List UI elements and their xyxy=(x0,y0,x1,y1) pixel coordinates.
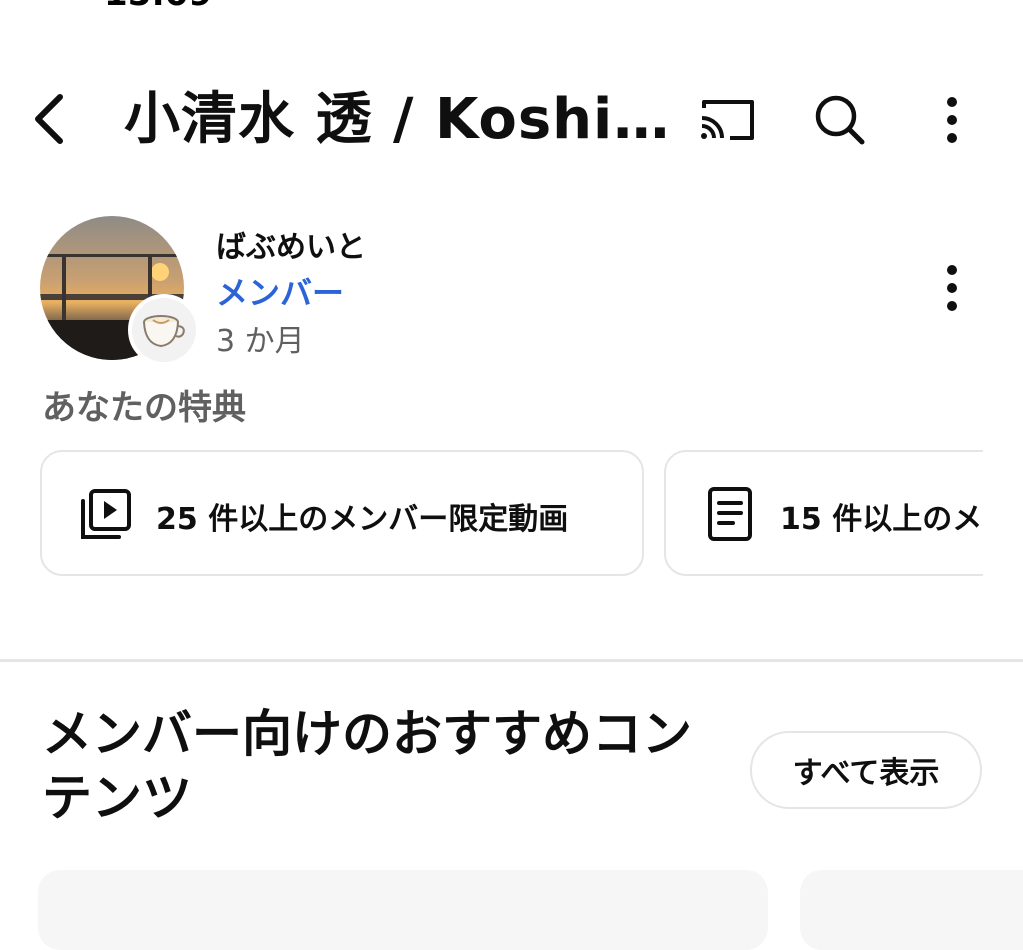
coffee-cup-badge-icon xyxy=(143,315,185,348)
app-bar: 小清水 透 / Koshi... xyxy=(0,70,1023,170)
search-icon xyxy=(815,95,865,145)
section-divider xyxy=(0,659,1023,662)
membership-badge xyxy=(128,294,200,366)
perk-card[interactable]: 25 件以上のメンバー限定動画 xyxy=(40,450,644,576)
status-time: 15:09 xyxy=(104,0,212,14)
membership-info: ばぶめいと メンバー 3 か月 xyxy=(0,212,1023,372)
more-options-button[interactable] xyxy=(920,90,984,150)
see-all-button[interactable]: すべて表示 xyxy=(750,731,982,809)
cast-icon xyxy=(701,100,754,140)
cast-button[interactable] xyxy=(696,90,760,150)
status-bar: 15:09 xyxy=(0,0,1023,14)
perks-heading: あなたの特典 xyxy=(42,388,246,428)
video-library-icon xyxy=(78,486,134,542)
back-arrow-icon xyxy=(35,94,63,144)
perk-card[interactable]: 15 件以上のメンバー限定投稿 xyxy=(664,450,983,576)
page-title: 小清水 透 / Koshi... xyxy=(124,87,672,152)
search-button[interactable] xyxy=(808,90,872,150)
content-card[interactable] xyxy=(38,870,768,950)
more-vert-icon xyxy=(947,97,957,143)
content-card[interactable] xyxy=(800,870,1023,950)
perks-carousel[interactable]: 25 件以上のメンバー限定動画 15 件以上のメンバー限定投稿 xyxy=(0,450,983,580)
member-status: メンバー xyxy=(216,274,345,312)
status-icons xyxy=(763,0,923,6)
more-vert-icon xyxy=(947,265,957,311)
member-name: ばぶめいと xyxy=(216,230,366,265)
member-duration: 3 か月 xyxy=(216,324,305,359)
back-button[interactable] xyxy=(22,88,78,150)
perk-label: 15 件以上のメンバー限定投稿 xyxy=(780,502,983,537)
section-title: メンバー向けのおすすめコンテンツ xyxy=(42,705,692,827)
perk-label: 25 件以上のメンバー限定動画 xyxy=(156,502,569,537)
post-document-icon xyxy=(702,486,758,542)
member-more-button[interactable] xyxy=(920,258,984,318)
